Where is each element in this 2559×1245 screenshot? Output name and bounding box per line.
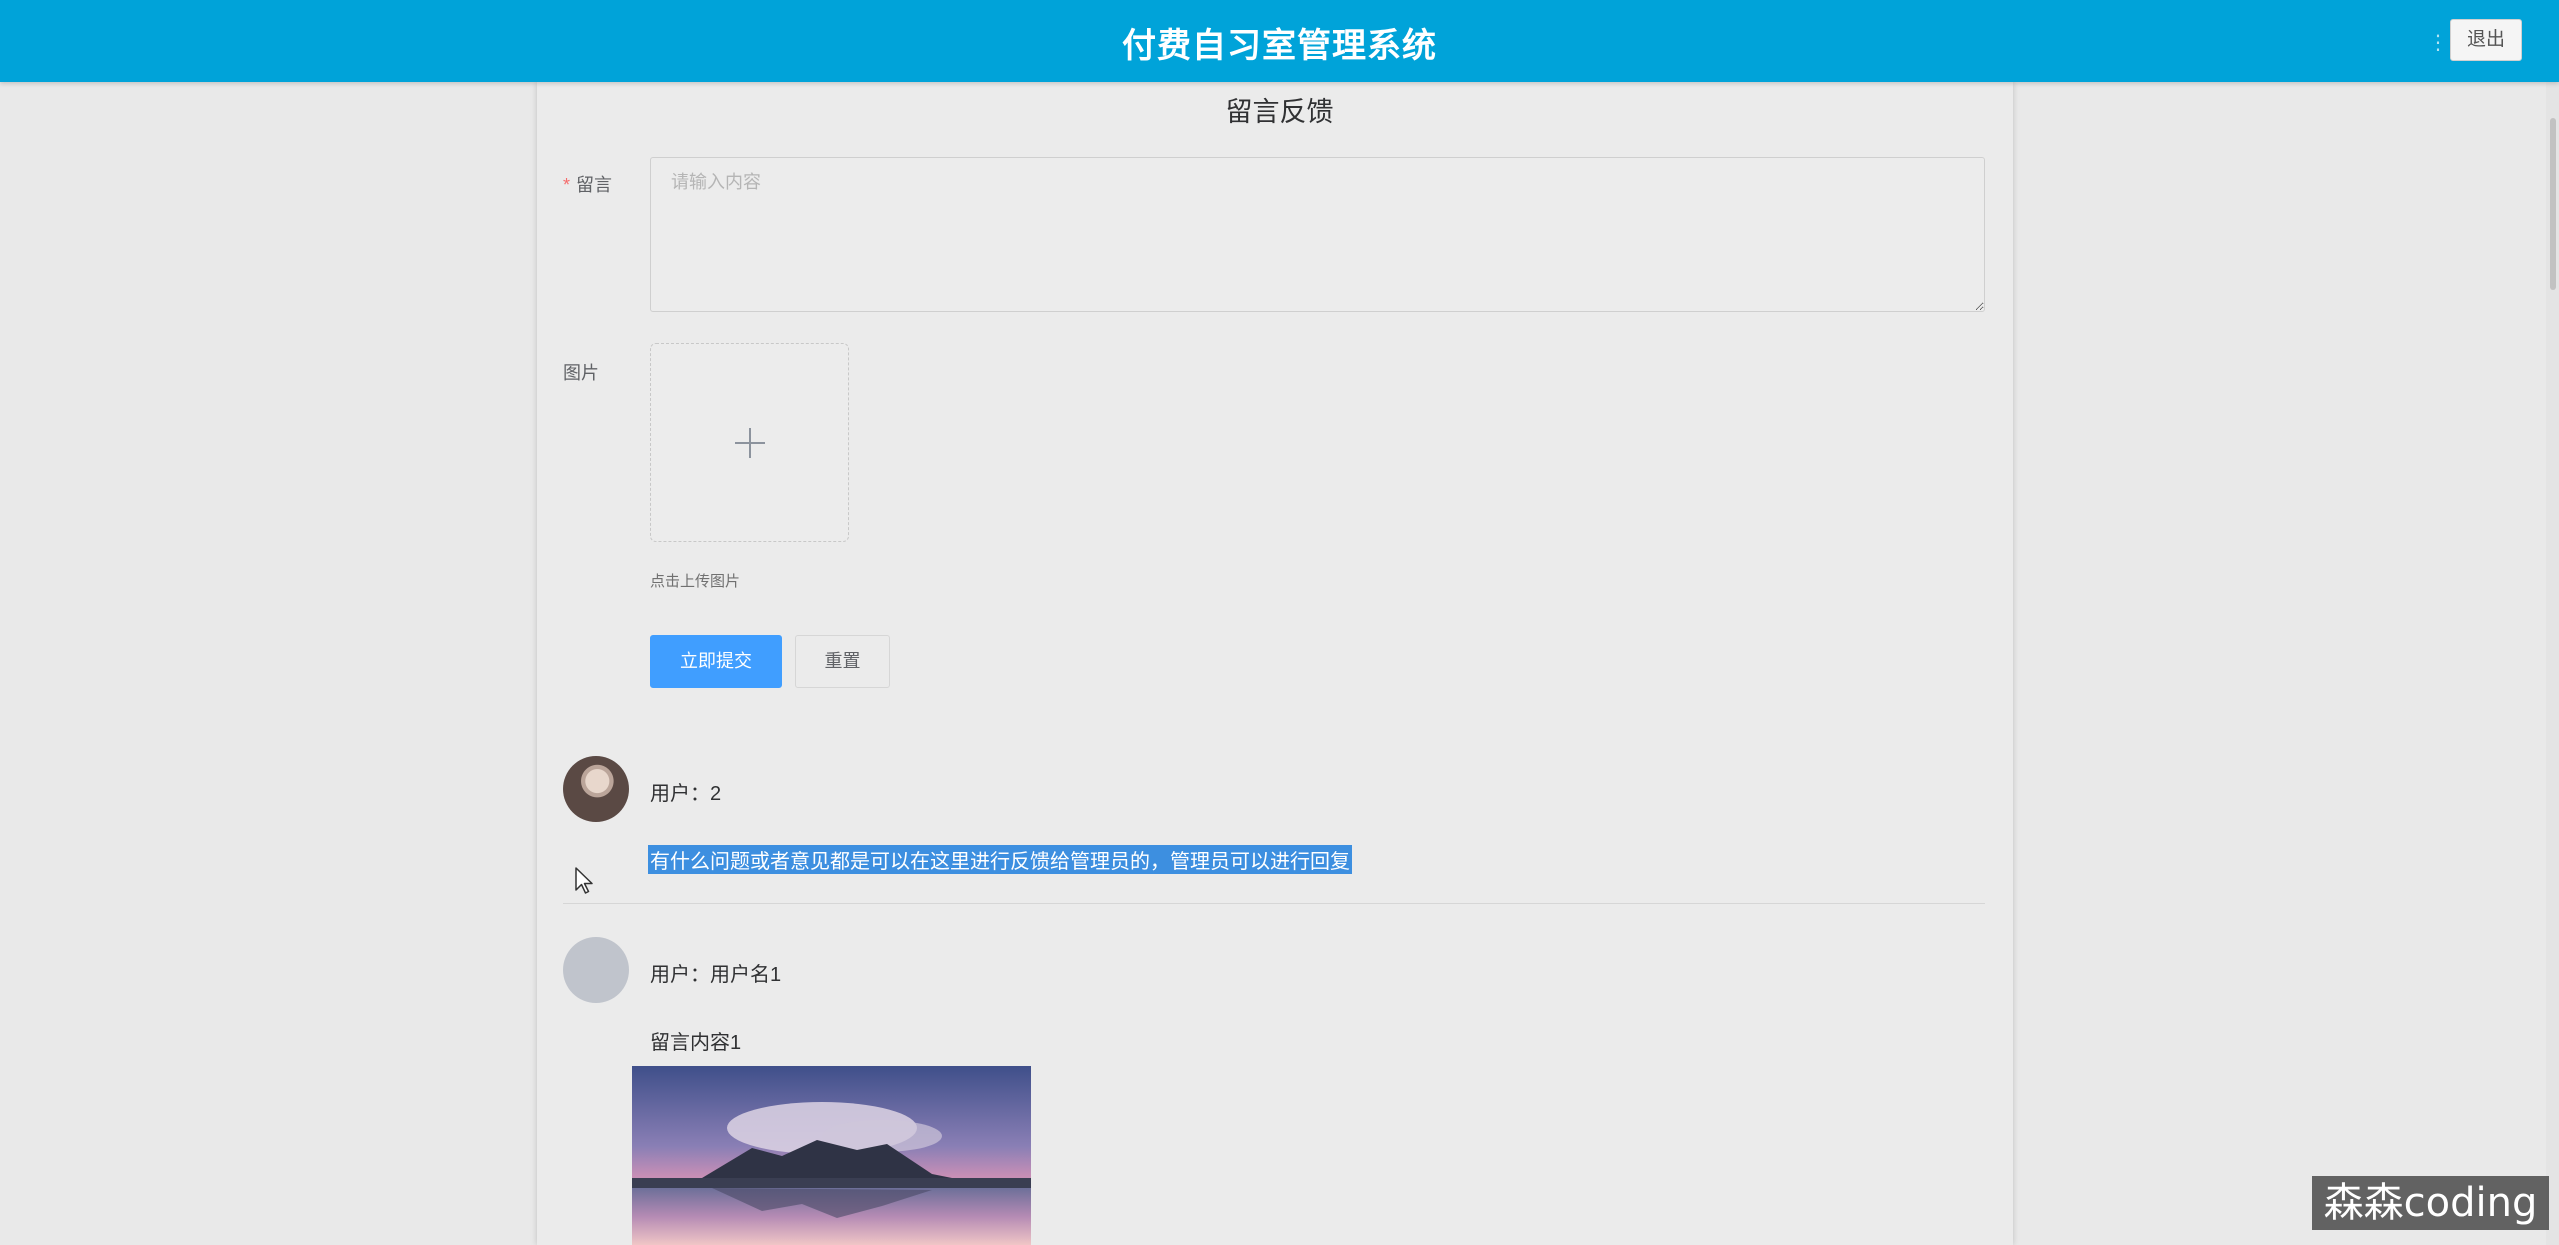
comment-user: 用户：用户名1	[650, 964, 782, 986]
top-header: 付费自习室管理系统 ⋮ 退出	[0, 0, 2559, 82]
comment-image[interactable]	[632, 1066, 1031, 1245]
message-label: * 留言	[563, 171, 612, 197]
mouse-cursor-icon	[575, 867, 593, 894]
required-mark: *	[563, 175, 571, 195]
avatar	[563, 937, 629, 1003]
avatar	[563, 756, 629, 822]
message-input[interactable]	[650, 157, 1985, 312]
plus-icon	[734, 427, 765, 458]
message-label-text: 留言	[576, 175, 613, 195]
image-label: 图片	[563, 363, 599, 383]
comment-text: 留言内容1	[650, 1032, 742, 1054]
logout-button[interactable]: 退出	[2450, 19, 2522, 61]
submit-button[interactable]: 立即提交	[650, 635, 782, 688]
more-icon[interactable]: ⋮	[2428, 30, 2448, 55]
page-scrollbar-thumb[interactable]	[2550, 118, 2556, 290]
comment-user: 用户：2	[650, 783, 722, 805]
app-title: 付费自习室管理系统	[1122, 27, 1437, 65]
watermark: 森森coding	[2312, 1176, 2549, 1230]
landscape-image-icon	[632, 1066, 1031, 1245]
comment-text: 有什么问题或者意见都是可以在这里进行反馈给管理员的，管理员可以进行回复	[648, 845, 1352, 874]
reset-button[interactable]: 重置	[795, 635, 890, 688]
image-upload-box[interactable]	[650, 343, 849, 542]
upload-hint: 点击上传图片	[650, 573, 741, 590]
comment-divider	[563, 903, 1985, 904]
page-title: 留言反馈	[1225, 97, 1334, 127]
